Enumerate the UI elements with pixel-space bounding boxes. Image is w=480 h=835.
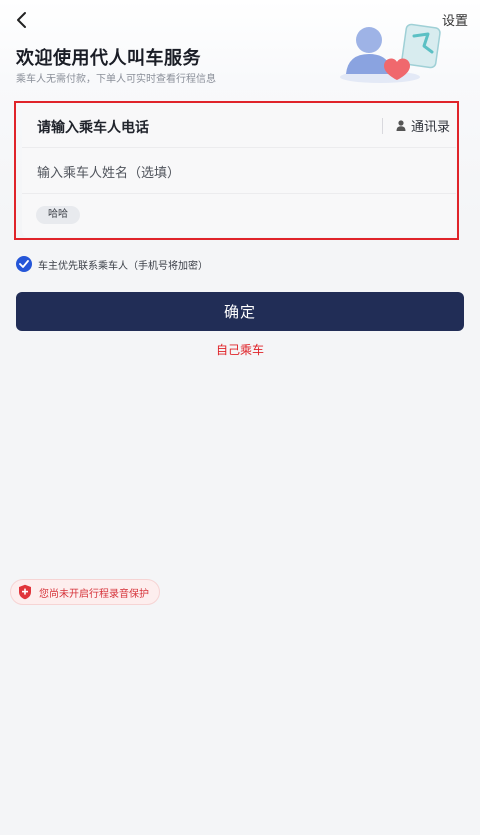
recording-protection-badge[interactable]: 您尚未开启行程录音保护 (10, 579, 160, 605)
contacts-button[interactable]: 通讯录 (396, 116, 450, 135)
consent-checkbox[interactable] (16, 256, 32, 272)
page-title: 欢迎使用代人叫车服务 (16, 48, 201, 69)
passenger-form-card: 请输入乘车人电话 通讯录 输入乘车人姓名（选填） 哈哈 (22, 104, 456, 237)
name-row: 输入乘车人姓名（选填） (22, 148, 456, 194)
contacts-label: 通讯录 (411, 120, 451, 135)
shield-icon (17, 584, 33, 600)
self-ride-link[interactable]: 自己乘车 (0, 341, 480, 358)
consent-text: 车主优先联系乘车人（手机号将加密） (38, 260, 208, 272)
consent-checkbox-row[interactable]: 车主优先联系乘车人（手机号将加密） (16, 256, 208, 272)
page-subtitle: 乘车人无需付款，下单人可实时查看行程信息 (16, 74, 216, 85)
name-input[interactable]: 输入乘车人姓名（选填） (37, 162, 180, 181)
phone-row: 请输入乘车人电话 通讯录 (22, 104, 456, 148)
history-chip[interactable]: 哈哈 (36, 206, 80, 224)
chevron-left-icon (17, 12, 26, 28)
phone-input[interactable]: 请输入乘车人电话 (37, 117, 149, 137)
confirm-button[interactable]: 确定 (16, 292, 464, 331)
back-button[interactable] (10, 8, 34, 32)
person-icon (396, 120, 406, 131)
hero-illustration (340, 23, 441, 83)
check-icon (19, 260, 29, 268)
divider (382, 118, 383, 134)
recording-text: 您尚未开启行程录音保护 (39, 588, 149, 600)
